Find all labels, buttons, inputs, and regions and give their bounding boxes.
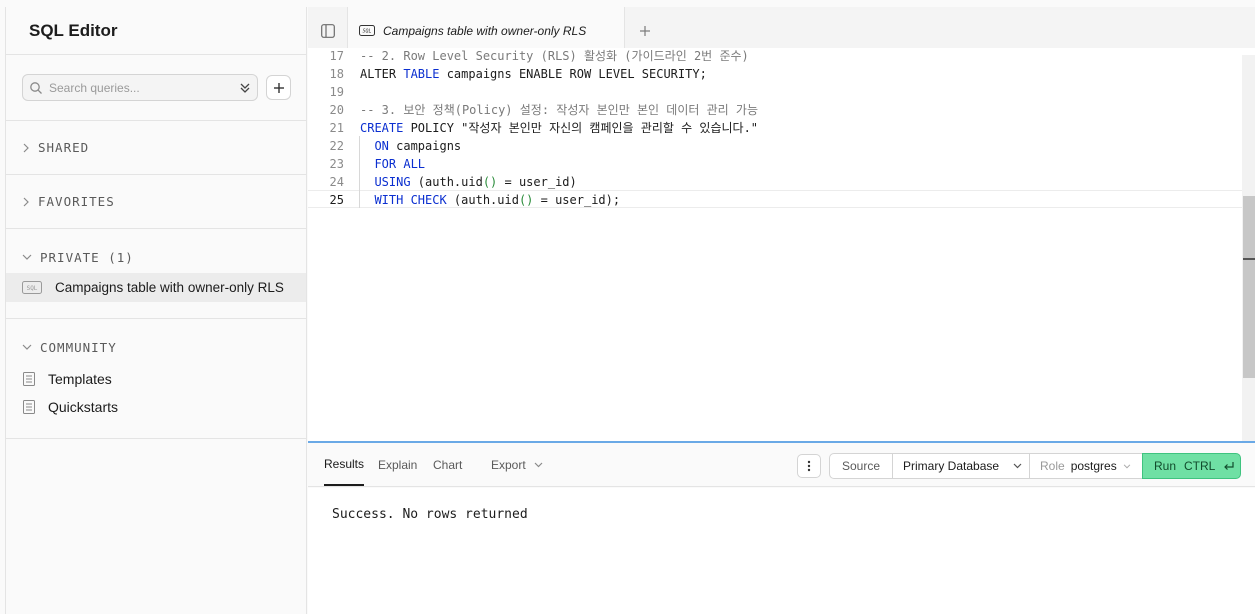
results-toolbar: Results Explain Chart Export Source Prim… [308, 443, 1255, 487]
tab-explain[interactable]: Explain [378, 443, 417, 487]
section-community-label: COMMUNITY [40, 339, 117, 355]
scrollbar-cursor-marker [1243, 258, 1255, 260]
line-number: 18 [329, 67, 344, 81]
community-item-label: Quickstarts [48, 399, 119, 415]
line-number: 20 [329, 103, 344, 117]
sort-chevrons-icon[interactable] [239, 81, 251, 95]
run-label: Run [1154, 459, 1177, 473]
run-query-button[interactable]: Run CTRL [1142, 453, 1241, 479]
code-editor[interactable]: 17 -- 2. Row Level Security (RLS) 활성화 (가이… [308, 48, 1255, 441]
code-line: 20 -- 3. 보안 정책(Policy) 설정: 작성자 본인만 본인 데이터… [308, 101, 1243, 119]
code-line: 18 ALTER TABLE campaigns ENABLE ROW LEVEL… [308, 65, 1243, 83]
code-line: 23 FOR ALL [308, 155, 1243, 173]
code-line: 22 ON campaigns [308, 137, 1243, 155]
editor-scrollbar-thumb[interactable] [1243, 196, 1255, 378]
document-icon [23, 372, 35, 386]
export-label: Export [491, 458, 526, 472]
search-queries-input[interactable] [49, 80, 233, 95]
role-label: Role [1040, 459, 1065, 473]
section-community-toggle[interactable]: COMMUNITY [6, 319, 306, 365]
line-number: 22 [329, 139, 344, 153]
section-community: COMMUNITY Templates Quickstarts [6, 319, 306, 439]
sidebar-panel-icon [320, 23, 335, 38]
line-number: 19 [329, 85, 344, 99]
line-number: 21 [329, 121, 344, 135]
chevron-down-icon [22, 254, 32, 260]
chevron-right-icon [23, 197, 29, 206]
toggle-sidebar-button[interactable] [308, 7, 348, 54]
chevron-down-icon [1013, 463, 1022, 469]
results-output: Success. No rows returned [308, 488, 1255, 614]
new-tab-button[interactable] [625, 7, 665, 54]
code-text: FOR ALL [374, 157, 426, 171]
code-line: 21 CREATE POLICY "작성자 본인만 자신의 캠페인을 관리할 수 … [308, 119, 1243, 137]
chevron-right-icon [23, 143, 29, 152]
section-favorites-label: FAVORITES [38, 194, 115, 209]
sql-file-icon: SQL [359, 25, 375, 36]
search-queries-box[interactable] [22, 74, 258, 101]
section-shared-label: SHARED [38, 140, 90, 155]
query-item-label: Campaigns table with owner-only RLS [55, 280, 284, 295]
code-line: 24 USING (auth.uid() = user_id) [308, 173, 1243, 191]
sidebar-title: SQL Editor [29, 20, 118, 40]
community-item-label: Templates [48, 371, 112, 387]
line-number: 23 [329, 157, 344, 171]
code-line: 19 [308, 83, 1243, 101]
sql-badge-text: SQL [27, 285, 38, 292]
sql-file-icon: SQL [22, 281, 42, 294]
section-shared-toggle[interactable]: SHARED [6, 121, 306, 174]
tab-chart[interactable]: Chart [433, 443, 462, 487]
enter-key-icon [1224, 462, 1234, 470]
code-text: CREATE POLICY "작성자 본인만 자신의 캠페인을 관리할 수 있습… [360, 121, 759, 135]
code-text: ON campaigns [374, 139, 462, 153]
result-message: Success. No rows returned [332, 507, 528, 522]
community-item-quickstarts[interactable]: Quickstarts [6, 393, 306, 421]
role-selector[interactable]: Role postgres [1029, 453, 1143, 479]
role-value: postgres [1070, 459, 1117, 473]
section-private: PRIVATE (1) SQL Campaigns table with own… [6, 229, 306, 319]
code-text: ALTER TABLE campaigns ENABLE ROW LEVEL S… [360, 67, 707, 81]
line-number: 24 [329, 175, 344, 189]
tab-label: Campaigns table with owner-only RLS [383, 23, 587, 38]
new-query-button[interactable] [266, 75, 291, 100]
plus-icon [640, 25, 650, 36]
search-icon [30, 81, 42, 94]
code-line: 17 -- 2. Row Level Security (RLS) 활성화 (가이… [308, 48, 1243, 65]
line-number: 17 [329, 49, 344, 63]
code-text: WITH CHECK (auth.uid() = user_id); [374, 193, 621, 207]
plus-icon [273, 82, 284, 93]
database-selector[interactable]: Primary Database [892, 453, 1030, 479]
query-item-campaigns[interactable]: SQL Campaigns table with owner-only RLS [6, 273, 306, 302]
more-vertical-icon [807, 460, 811, 472]
sql-badge-text: SQL [362, 29, 371, 35]
code-text: -- 2. Row Level Security (RLS) 활성화 (가이드라… [360, 49, 749, 63]
sidebar-header: SQL Editor [6, 7, 306, 55]
more-options-button[interactable] [797, 454, 821, 478]
section-shared: SHARED [6, 121, 306, 175]
section-private-label: PRIVATE (1) [40, 249, 134, 265]
community-item-templates[interactable]: Templates [6, 365, 306, 393]
sql-editor-sidebar: SQL Editor SHARED FAVORITES PRIVATE (1) … [5, 7, 307, 614]
section-private-toggle[interactable]: PRIVATE (1) [6, 229, 306, 273]
chevron-down-icon [1123, 463, 1130, 468]
section-favorites-toggle[interactable]: FAVORITES [6, 175, 306, 228]
code-line-active: 25 WITH CHECK (auth.uid() = user_id); [308, 190, 1243, 208]
tab-campaigns-query[interactable]: SQL Campaigns table with owner-only RLS [348, 7, 625, 54]
chevron-down-icon [534, 462, 543, 468]
run-shortcut: CTRL [1184, 459, 1216, 473]
search-row [6, 55, 306, 121]
indent-guide [359, 136, 360, 208]
chevron-down-icon [22, 344, 32, 350]
database-value: Primary Database [903, 459, 1000, 473]
code-text: -- 3. 보안 정책(Policy) 설정: 작성자 본인만 본인 데이터 관… [360, 103, 759, 117]
code-text: USING (auth.uid() = user_id) [374, 175, 577, 189]
section-favorites: FAVORITES [6, 175, 306, 229]
line-number: 25 [329, 193, 344, 207]
tab-results[interactable]: Results [324, 443, 365, 486]
document-icon [23, 400, 35, 414]
source-label: Source [829, 453, 893, 479]
export-dropdown[interactable]: Export [491, 443, 543, 487]
